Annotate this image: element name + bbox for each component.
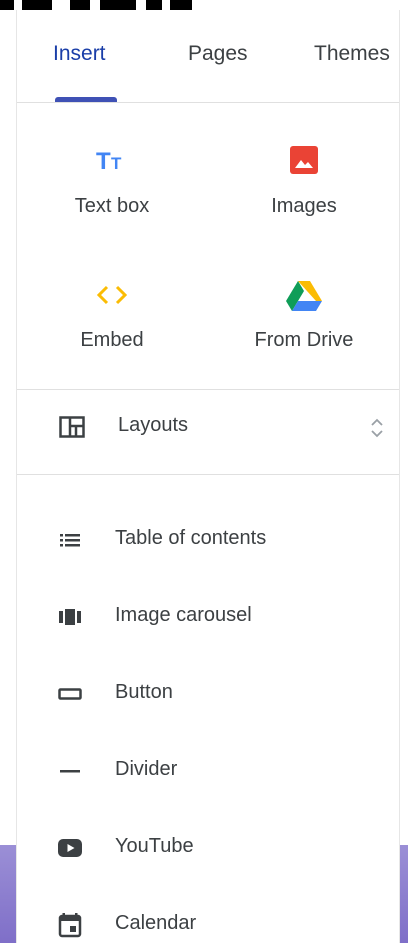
tab-pages[interactable]: Pages: [188, 42, 248, 66]
list-item-divider[interactable]: Divider: [17, 741, 399, 801]
list-item-calendar[interactable]: Calendar: [17, 895, 399, 943]
button-icon: [57, 681, 83, 707]
list-item-label: YouTube: [115, 835, 194, 857]
divider-icon: [57, 758, 83, 784]
background-top: [0, 0, 408, 10]
images-label: Images: [271, 195, 337, 217]
list-item-label: Calendar: [115, 912, 197, 934]
youtube-icon: [57, 835, 83, 861]
embed-button[interactable]: Embed: [17, 245, 207, 365]
list-item-label: Image carousel: [115, 604, 252, 626]
text-box-button[interactable]: T T Text box: [17, 103, 207, 223]
list-item-label: Divider: [115, 758, 178, 780]
section-divider: [17, 474, 399, 475]
panel-tabs: Insert Pages Themes: [17, 10, 399, 103]
images-button[interactable]: Images: [209, 103, 399, 223]
google-drive-icon: [285, 279, 323, 313]
background-gradient-right: [400, 845, 408, 943]
insert-grid: T T Text box Images Embed From Drive: [17, 103, 399, 389]
embed-icon: [95, 283, 129, 307]
list-item-youtube[interactable]: YouTube: [17, 818, 399, 878]
background-mark: [146, 0, 162, 10]
background-mark: [70, 0, 90, 10]
tab-themes[interactable]: Themes: [314, 42, 390, 66]
carousel-icon: [57, 604, 83, 630]
svg-text:T: T: [111, 154, 122, 173]
layouts-section[interactable]: Layouts: [17, 390, 399, 474]
calendar-icon: [57, 912, 83, 938]
list-item-label: Table of contents: [115, 527, 267, 549]
list-item-label: Button: [115, 681, 173, 703]
svg-text:T: T: [96, 148, 111, 173]
list-icon: [57, 527, 83, 553]
active-tab-indicator: [55, 97, 117, 102]
text-box-label: Text box: [74, 195, 150, 217]
background-mark: [100, 0, 136, 10]
background-mark: [22, 0, 52, 10]
layouts-label: Layouts: [118, 414, 189, 436]
background-gradient-left: [0, 845, 16, 943]
layout-icon: [59, 416, 85, 438]
list-item-button[interactable]: Button: [17, 664, 399, 724]
embed-label: Embed: [80, 329, 144, 351]
background-mark: [170, 0, 192, 10]
text-box-icon: T T: [96, 147, 128, 175]
list-item-table-of-contents[interactable]: Table of contents: [17, 510, 399, 570]
insert-panel: Insert Pages Themes T T Text box Images …: [16, 10, 400, 943]
list-item-image-carousel[interactable]: Image carousel: [17, 587, 399, 647]
from-drive-button[interactable]: From Drive: [209, 245, 399, 365]
tab-insert[interactable]: Insert: [53, 42, 106, 66]
image-icon: [289, 145, 319, 175]
unfold-icon[interactable]: [369, 416, 385, 440]
from-drive-label: From Drive: [254, 329, 354, 351]
background-mark: [0, 0, 14, 10]
